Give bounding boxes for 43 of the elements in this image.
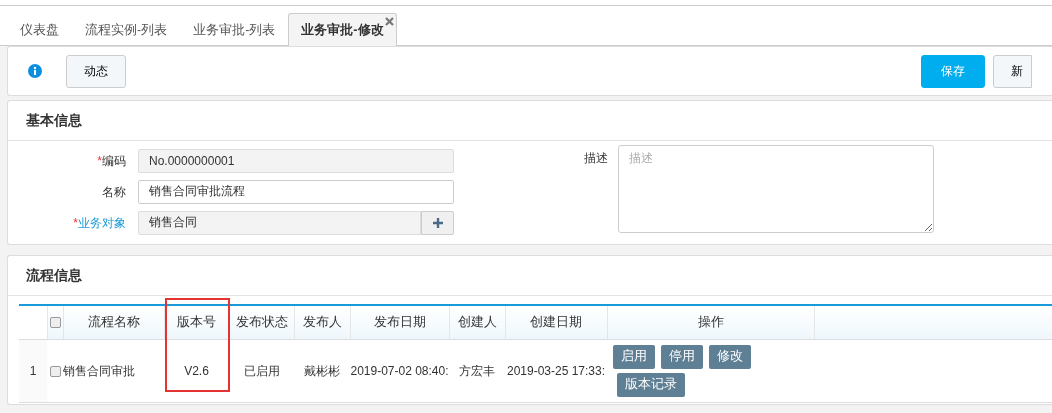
column-header: 创建人 bbox=[457, 314, 497, 329]
required-mark: * bbox=[73, 214, 78, 232]
plus-icon bbox=[432, 217, 443, 228]
tab[interactable]: 业务审批-修改 bbox=[288, 13, 397, 46]
action-button[interactable]: 停用 bbox=[661, 344, 703, 369]
action-button[interactable]: 版本记录 bbox=[617, 372, 685, 397]
field-label: 描述 bbox=[584, 150, 608, 167]
table-cell: 戴彬彬 bbox=[304, 363, 340, 378]
section-title: 基本信息 bbox=[8, 101, 1052, 141]
column-header: 流程名称 bbox=[87, 314, 140, 329]
dynamic-button[interactable]: 动态 bbox=[66, 54, 126, 88]
toolbar-button[interactable]: 新 bbox=[993, 54, 1032, 88]
section-title: 流程信息 bbox=[8, 256, 1052, 296]
field-label: 业务对象 bbox=[78, 214, 126, 232]
column-header: 操作 bbox=[697, 314, 724, 329]
tab[interactable]: 业务审批-列表 bbox=[180, 13, 289, 45]
table-cell: 2019-07-02 08:40: bbox=[350, 363, 449, 378]
info-icon[interactable] bbox=[28, 64, 42, 78]
tab[interactable]: 仪表盘 bbox=[7, 13, 72, 45]
action-button[interactable]: 启用 bbox=[613, 344, 655, 369]
input-field[interactable]: No.0000000001 bbox=[138, 148, 454, 173]
table-cell: 方宏丰 bbox=[459, 363, 495, 378]
input-field[interactable]: 销售合同审批流程 bbox=[138, 179, 454, 204]
field-label: 名称 bbox=[102, 183, 126, 201]
tab[interactable]: 流程实例-列表 bbox=[72, 13, 181, 45]
column-header: 发布人 bbox=[302, 314, 342, 329]
text-area[interactable]: 描述 bbox=[618, 145, 934, 233]
table-cell: 销售合同审批 bbox=[63, 363, 135, 378]
table-cell: 2019-03-25 17:33: bbox=[506, 363, 606, 378]
action-button[interactable]: 修改 bbox=[709, 344, 751, 369]
row-number: 1 bbox=[29, 363, 37, 378]
checkbox[interactable] bbox=[49, 317, 61, 329]
table-cell: 已启用 bbox=[243, 363, 280, 378]
field-label: 编码 bbox=[102, 152, 126, 170]
column-header: 发布日期 bbox=[373, 314, 426, 329]
checkbox[interactable] bbox=[49, 365, 61, 377]
add-button[interactable] bbox=[421, 210, 454, 235]
column-header: 版本号 bbox=[177, 314, 216, 329]
input-field[interactable]: 销售合同 bbox=[138, 210, 421, 235]
column-header: 创建日期 bbox=[530, 314, 582, 329]
required-mark: * bbox=[97, 152, 102, 170]
column-header: 发布状态 bbox=[235, 314, 288, 329]
table-cell: V2.6 bbox=[184, 363, 209, 378]
